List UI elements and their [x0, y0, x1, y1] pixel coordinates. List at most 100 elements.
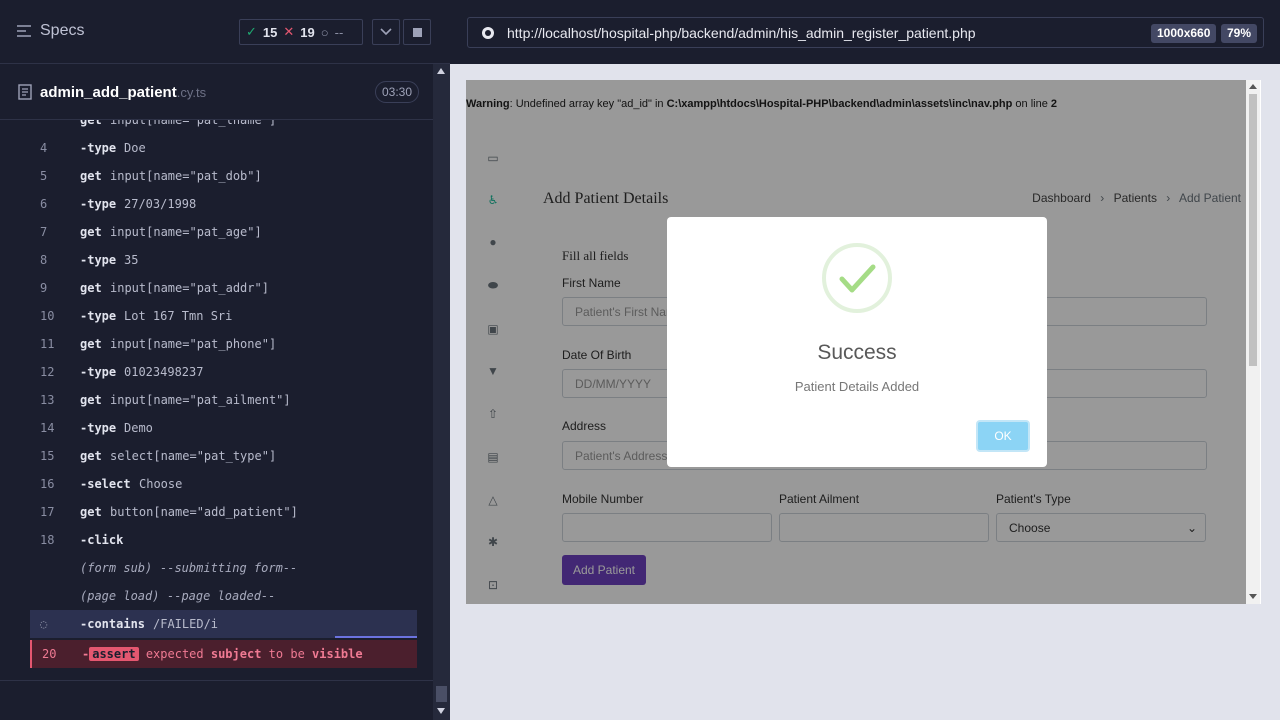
command-number: 6 [40, 197, 48, 211]
command-number: 4 [40, 141, 48, 155]
command-name: get [80, 281, 102, 295]
url-field[interactable]: http://localhost/hospital-php/backend/ad… [467, 17, 1264, 48]
command-message: Doe [124, 141, 146, 155]
command-message: 35 [124, 253, 139, 267]
aut-panel: http://localhost/hospital-php/backend/ad… [450, 0, 1280, 720]
command-name: -type [80, 365, 117, 379]
test-stats: ✓ 15 ✕ 19 ○ -- [239, 19, 363, 45]
command-name: -contains [80, 617, 146, 631]
command-number: 10 [40, 309, 55, 323]
command-name: get [80, 337, 102, 351]
command-message: Choose [139, 477, 183, 491]
command-number: 13 [40, 393, 55, 407]
app-iframe: Warning: Undefined array key "ad_id" in … [466, 80, 1261, 604]
command-message: input[name="pat_phone"] [110, 337, 277, 351]
specs-toggle[interactable]: Specs [16, 22, 84, 40]
event-message: --page loaded-- [167, 589, 276, 603]
command-number: 15 [40, 449, 55, 463]
specs-label: Specs [40, 22, 85, 39]
command-name: -type [80, 141, 117, 155]
command-row[interactable]: 4 -type Doe [30, 134, 417, 162]
command-number: 11 [40, 337, 55, 351]
failed-icon: ✕ [283, 24, 295, 39]
reporter-footer [0, 680, 433, 720]
command-number: 14 [40, 421, 55, 435]
command-number: 12 [40, 365, 55, 379]
command-message: 01023498237 [124, 365, 204, 379]
url-text: http://localhost/hospital-php/backend/ad… [507, 24, 976, 41]
command-message: input[name="pat_addr"] [110, 281, 269, 295]
command-message: input[name="pat_age"] [110, 225, 262, 239]
command-row[interactable]: 5 get input[name="pat_dob"] [30, 162, 417, 190]
command-row[interactable]: 9 get input[name="pat_addr"] [30, 274, 417, 302]
command-name: get [80, 449, 102, 463]
event-row[interactable]: (form sub) --submitting form-- [30, 554, 417, 582]
command-number: 20 [42, 647, 57, 661]
command-name: -type [80, 309, 117, 323]
command-row[interactable]: 16 -select Choose [30, 470, 417, 498]
modal-text: Patient Details Added [794, 379, 920, 394]
command-row[interactable]: 10 -type Lot 167 Tmn Sri [30, 302, 417, 330]
command-row[interactable]: 12 -type 01023498237 [30, 358, 417, 386]
command-number: 5 [40, 169, 48, 183]
command-name: get [80, 393, 102, 407]
reporter-header: Specs ✓ 15 ✕ 19 ○ -- [0, 0, 450, 64]
chevron-down-icon[interactable] [372, 19, 400, 45]
pending-icon: ○ [320, 24, 329, 40]
command-row[interactable]: 17 get button[name="add_patient"] [30, 498, 417, 526]
globe-icon [482, 26, 494, 39]
spec-file-header: admin_add_patient.cy.ts 03:30 [0, 64, 433, 120]
menu-icon [17, 25, 31, 37]
command-row[interactable]: 15 get select[name="pat_type"] [30, 442, 417, 470]
failed-command-row[interactable]: 20 - assert expected subject to be visible [30, 640, 417, 668]
command-name: get [80, 169, 102, 183]
command-row[interactable]: 6 -type 27/03/1998 [30, 190, 417, 218]
viewport-badge: 1000x660 [1151, 24, 1217, 43]
command-name: -select [80, 477, 131, 491]
command-message: 27/03/1998 [124, 197, 197, 211]
command-message: Demo [124, 421, 153, 435]
command-row[interactable]: 8 -type 35 [30, 246, 417, 274]
command-row[interactable]: get input[name="pat_lname"] [30, 120, 417, 134]
passed-count: 15 [262, 24, 278, 40]
success-check-icon [822, 243, 892, 313]
command-row[interactable]: 18 -click [30, 526, 417, 554]
command-number: 16 [40, 477, 55, 491]
assert-badge: assert [89, 647, 139, 661]
iframe-scrollbar[interactable] [1246, 80, 1260, 604]
command-number: 18 [40, 533, 55, 547]
command-row[interactable]: 7 get input[name="pat_age"] [30, 218, 417, 246]
command-row[interactable]: 14 -type Demo [30, 414, 417, 442]
command-message: Lot 167 Tmn Sri [124, 309, 233, 323]
cypress-reporter: Specs ✓ 15 ✕ 19 ○ -- admin_add_patient.cy.t… [0, 0, 450, 720]
event-name: (page load) [80, 589, 160, 603]
pending-command-row[interactable]: ◌ -contains/FAILED/i [30, 610, 417, 638]
command-number: 17 [40, 505, 55, 519]
command-message: input[name="pat_dob"] [110, 169, 262, 183]
url-bar: http://localhost/hospital-php/backend/ad… [450, 0, 1280, 64]
command-name: -click [80, 533, 124, 547]
ok-button[interactable]: OK [976, 420, 1030, 452]
command-row[interactable]: 13 get input[name="pat_ailment"] [30, 386, 417, 414]
command-message: button[name="add_patient"] [110, 505, 298, 519]
reporter-scrollbar[interactable] [433, 64, 450, 720]
failed-assert: - assert expected subject to be visible [82, 647, 363, 661]
command-name: get [80, 505, 102, 519]
event-message: --submitting form-- [160, 561, 298, 575]
duration-badge: 03:30 [375, 81, 420, 103]
event-name: (form sub) [80, 561, 153, 575]
progress-bar [335, 636, 417, 638]
command-name: -type [80, 421, 117, 435]
command-name: -type [80, 253, 117, 267]
command-message: select[name="pat_type"] [110, 449, 277, 463]
command-number: 9 [40, 281, 48, 295]
event-row[interactable]: (page load) --page loaded-- [30, 582, 417, 610]
modal-title: Success [817, 341, 897, 364]
zoom-badge: 79% [1221, 24, 1258, 43]
spec-file-name: admin_add_patient.cy.ts [40, 84, 207, 101]
stop-icon[interactable] [403, 19, 431, 45]
command-message: input[name="pat_ailment"] [110, 393, 291, 407]
command-number: 8 [40, 253, 48, 267]
pending-count: -- [334, 24, 344, 40]
command-row[interactable]: 11 get input[name="pat_phone"] [30, 330, 417, 358]
